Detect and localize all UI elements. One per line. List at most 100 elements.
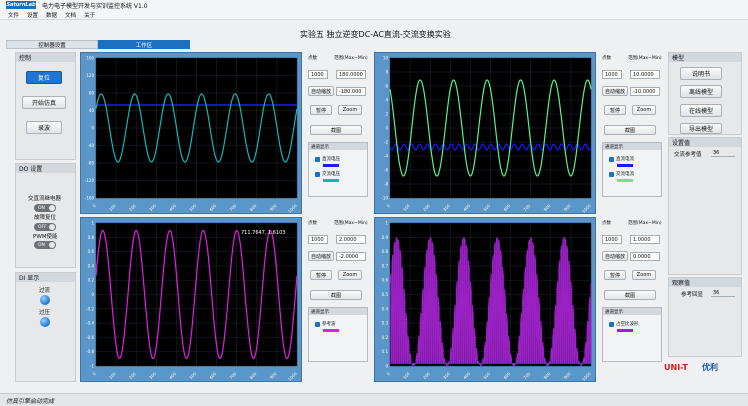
- x-tick-label: 700: [228, 203, 237, 212]
- scope-3-max-input[interactable]: 2.0000: [336, 235, 366, 244]
- export-model-button[interactable]: 导出模型: [680, 123, 722, 134]
- di-overvoltage-indicator: [40, 317, 50, 327]
- scope-3-pause-button[interactable]: 暂停: [310, 270, 332, 280]
- scope-2-min-input[interactable]: -10.0000: [630, 87, 660, 96]
- scope-3-zoom-button[interactable]: Zoom: [338, 270, 362, 280]
- offline-model-button[interactable]: 离线模型: [680, 85, 722, 98]
- scope-1[interactable]: 160 120 80 40 0 -40 -80 -120 -160 0 100 200 300 400 50…: [80, 52, 302, 214]
- partner-logo: 优利: [702, 363, 718, 372]
- y-tick-label: -40: [87, 143, 94, 148]
- y-tick-label: -80: [87, 161, 94, 166]
- scope-4-points-input[interactable]: 1000: [602, 235, 622, 244]
- reference-echo-label: 参考回显: [681, 292, 704, 298]
- scope-3-points-input[interactable]: 1000: [308, 235, 328, 244]
- scope-3-controls: 点数 范围(Max~Min) 1000 2.0000 自动缩放 -2.0000 …: [306, 217, 370, 382]
- ac-reference-input[interactable]: 36: [711, 149, 735, 157]
- observed-panel: 观察值 参考回显 36: [668, 277, 742, 357]
- scope-3[interactable]: 1 0.8 0.6 0.4 0.2 0 -0.2 -0.4 -0.6 -0.8 -1 0 100 200 3…: [80, 217, 302, 382]
- scope-2-ch2-checkbox[interactable]: [609, 172, 614, 177]
- scope-1-auto-scale-button[interactable]: 自动缩放: [308, 86, 334, 96]
- app-logo: SaturnLab: [6, 1, 36, 9]
- y-tick-label: 0.4: [88, 263, 95, 268]
- y-tick-label: 1: [91, 221, 94, 226]
- scope-2[interactable]: 10 8 6 4 2 0 -2 -4 -6 -8 -10 0 100 200 300 400 500 600 700…: [374, 52, 596, 214]
- scope-2-range-label: 范围(Max~Min): [628, 56, 662, 61]
- scope-1-ch2-checkbox[interactable]: [315, 172, 320, 177]
- scope-1-ch1-label: 直流电压: [322, 157, 340, 162]
- start-simulation-button[interactable]: 开始仿真: [22, 96, 66, 109]
- di-display-panel: DI 显示 过流 过压: [15, 272, 76, 382]
- main-tabs: 控制器设置 工作区: [6, 40, 190, 49]
- scope-2-screenshot-button[interactable]: 截图: [604, 125, 656, 135]
- scope-2-ch1-checkbox[interactable]: [609, 157, 614, 162]
- scope-2-max-input[interactable]: 10.0000: [630, 70, 660, 79]
- scope-1-screenshot-button[interactable]: 截图: [310, 125, 362, 135]
- do-relay-toggle[interactable]: ON: [34, 204, 56, 212]
- x-tick-label: 800: [249, 203, 258, 212]
- scope-2-channel-panel: 通道显示 直流电流 交流电流: [602, 142, 662, 197]
- scope-4-plot[interactable]: 1 0.9 0.8 0.7 0.6 0.5 0.4 0.3 0.2 0.1 0 0 100 200 300 4…: [375, 218, 597, 383]
- scope-2-points-input[interactable]: 1000: [602, 70, 622, 79]
- scope-1-ch1-checkbox[interactable]: [315, 157, 320, 162]
- record-button[interactable]: 录波: [26, 121, 62, 134]
- scope-1-pause-button[interactable]: 暂停: [310, 105, 332, 115]
- scope-1-plot[interactable]: 16012080400-40-80-120-1600 100 200 300 400 50…: [81, 53, 303, 215]
- scope-4-max-input[interactable]: 1.0000: [630, 235, 660, 244]
- tab-controller-settings[interactable]: 控制器设置: [6, 40, 98, 49]
- scope-3-ch1-checkbox[interactable]: [315, 322, 320, 327]
- online-model-button[interactable]: 在线模型: [680, 104, 722, 117]
- scope-2-ch1-label: 直流电流: [616, 157, 634, 162]
- scope-2-auto-scale-button[interactable]: 自动缩放: [602, 86, 628, 96]
- menu-about[interactable]: 关于: [84, 11, 95, 19]
- scope-4-range-label: 范围(Max~Min): [628, 221, 662, 226]
- x-tick-label: 1000: [287, 203, 298, 214]
- scope-4-ch1-checkbox[interactable]: [609, 322, 614, 327]
- y-tick-label: 120: [86, 73, 94, 78]
- scope-4-auto-scale-button[interactable]: 自动缩放: [602, 251, 628, 261]
- scope-4[interactable]: 1 0.9 0.8 0.7 0.6 0.5 0.4 0.3 0.2 0.1 0 0 100 200 300 4…: [374, 217, 596, 382]
- x-tick-label: 300: [442, 203, 451, 212]
- y-tick-label: 1: [385, 221, 388, 226]
- x-tick-label: 500: [188, 203, 197, 212]
- tab-workspace[interactable]: 工作区: [98, 40, 190, 49]
- scope-2-pause-button[interactable]: 暂停: [604, 105, 626, 115]
- scope-3-min-input[interactable]: -2.0000: [336, 252, 366, 261]
- scope-1-points-label: 点数: [308, 56, 317, 61]
- x-tick-label: 0: [385, 371, 391, 377]
- x-tick-label: 500: [482, 371, 491, 380]
- scope-1-points-input[interactable]: 1000: [308, 70, 328, 79]
- scope-2-ch2-label: 交流电流: [616, 172, 634, 177]
- scope-4-screenshot-button[interactable]: 截图: [604, 290, 656, 300]
- x-tick-label: 500: [482, 203, 491, 212]
- scope-3-screenshot-button[interactable]: 截图: [310, 290, 362, 300]
- x-tick-label: 900: [563, 371, 572, 380]
- scope-1-min-input[interactable]: -180.000: [336, 87, 366, 96]
- menu-file[interactable]: 文件: [8, 11, 19, 19]
- reset-button[interactable]: 复位: [26, 71, 62, 84]
- manual-button[interactable]: 说明书: [680, 67, 722, 80]
- do-pwm-enable-toggle[interactable]: ON: [34, 241, 56, 249]
- di-display-header: DI 显示: [16, 273, 75, 282]
- y-tick-label: 0.6: [382, 278, 389, 283]
- scope-2-plot[interactable]: 10 8 6 4 2 0 -2 -4 -6 -8 -10 0 100 200 300 400 500 600 700…: [375, 53, 597, 215]
- x-tick-label: 400: [168, 203, 177, 212]
- x-tick-label: 900: [269, 371, 278, 380]
- scope-4-min-input[interactable]: 0.0000: [630, 252, 660, 261]
- scope-4-zoom-button[interactable]: Zoom: [632, 270, 656, 280]
- scope-3-ch1-label: 参考波: [322, 322, 336, 327]
- menu-settings[interactable]: 设置: [27, 11, 38, 19]
- scope-1-max-input[interactable]: 180.0000: [336, 70, 366, 79]
- x-tick-label: 700: [228, 371, 237, 380]
- scope-3-auto-scale-button[interactable]: 自动缩放: [308, 251, 334, 261]
- menu-data[interactable]: 数据: [46, 11, 57, 19]
- do-fault-reset-toggle[interactable]: OFF: [34, 223, 56, 231]
- scope-1-zoom-button[interactable]: Zoom: [338, 105, 362, 115]
- scope-2-zoom-button[interactable]: Zoom: [632, 105, 656, 115]
- menu-docs[interactable]: 文档: [65, 11, 76, 19]
- x-tick-label: 400: [462, 371, 471, 380]
- y-tick-label: 0.2: [88, 278, 95, 283]
- scope-2-ch1-swatch: [617, 164, 633, 167]
- scope-3-plot[interactable]: 1 0.8 0.6 0.4 0.2 0 -0.2 -0.4 -0.6 -0.8 -1 0 100 200 3…: [81, 218, 303, 383]
- y-tick-label: -10: [381, 196, 388, 201]
- scope-4-pause-button[interactable]: 暂停: [604, 270, 626, 280]
